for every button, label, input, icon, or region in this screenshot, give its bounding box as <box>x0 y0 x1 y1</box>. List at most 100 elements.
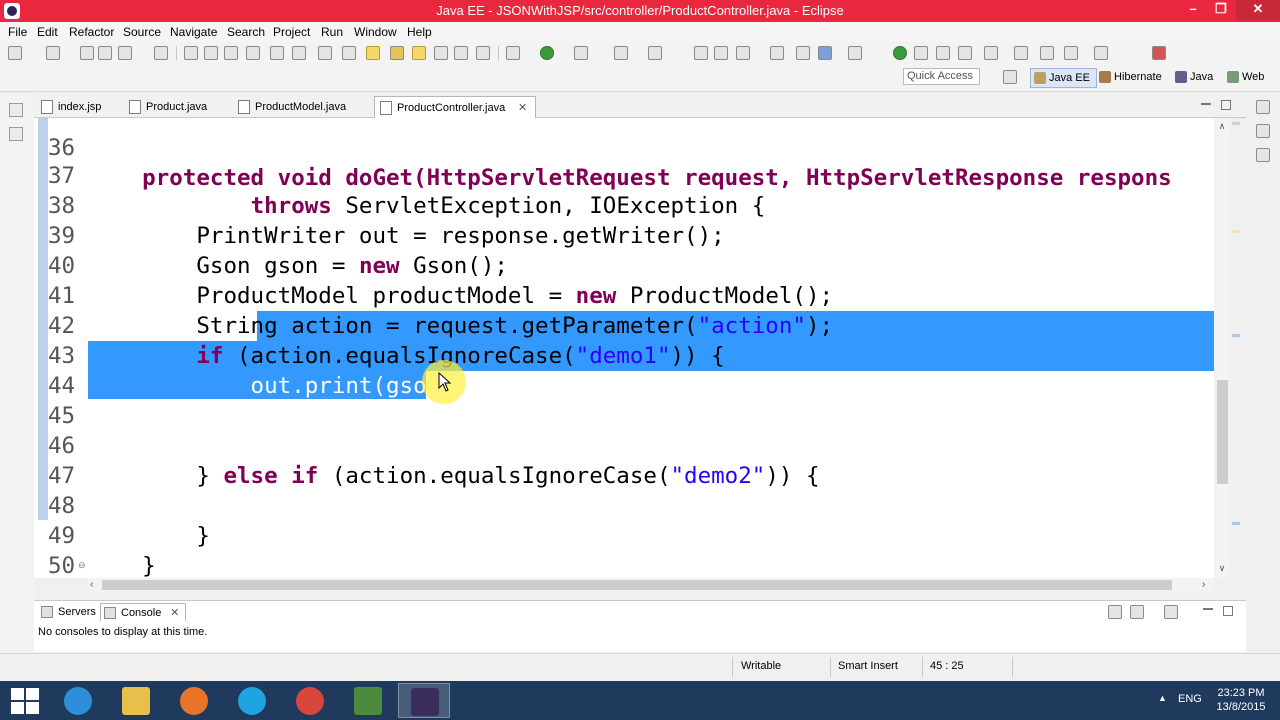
perspective-java[interactable]: Java <box>1172 68 1213 88</box>
perspective-java-ee[interactable]: Java EE <box>1030 68 1097 88</box>
camtasia-button[interactable] <box>342 683 394 718</box>
suspend-icon[interactable] <box>204 46 218 60</box>
menu-edit[interactable]: Edit <box>37 25 58 39</box>
menu-run[interactable]: Run <box>321 25 343 39</box>
back-icon[interactable] <box>1064 46 1078 60</box>
menu-window[interactable]: Window <box>354 25 397 39</box>
code-editor[interactable]: 36 protected void doGet(HttpServletReque… <box>34 118 1218 578</box>
next-annotation-icon[interactable] <box>984 46 998 60</box>
chrome-button[interactable] <box>284 683 336 718</box>
horizontal-scrollbar[interactable]: ‹ › <box>88 578 1214 592</box>
language-indicator[interactable]: ENG <box>1178 693 1202 705</box>
overview-marker[interactable] <box>1232 522 1240 525</box>
internet-explorer-button[interactable] <box>52 683 104 718</box>
tray-chevron-icon[interactable]: ▲ <box>1158 693 1167 703</box>
minimize-button[interactable]: – <box>1178 0 1208 20</box>
skype-button[interactable] <box>226 683 278 718</box>
step-over-icon[interactable] <box>292 46 306 60</box>
fold-toggle-icon[interactable]: ⊖ <box>78 560 86 571</box>
tab-index-jsp[interactable]: index.jsp <box>36 96 101 118</box>
maximize-console-icon[interactable] <box>1223 606 1233 616</box>
menu-source[interactable]: Source <box>123 25 161 39</box>
use-step-filters-icon[interactable] <box>366 46 380 60</box>
menu-help[interactable]: Help <box>407 25 432 39</box>
debug-icon[interactable] <box>506 46 520 60</box>
tab-console[interactable]: Console ✕ <box>100 603 187 622</box>
print-icon[interactable] <box>118 46 132 60</box>
task-list-icon[interactable] <box>1256 124 1270 138</box>
open-type-icon[interactable] <box>390 46 404 60</box>
forward-icon[interactable] <box>1094 46 1108 60</box>
close-tab-icon[interactable]: ✕ <box>518 97 527 119</box>
new-icon[interactable] <box>8 46 22 60</box>
previous-annotation-icon[interactable] <box>1014 46 1028 60</box>
terminate-icon[interactable] <box>224 46 238 60</box>
tab-servers[interactable]: Servers <box>38 603 96 621</box>
eclipse-taskbar-button[interactable] <box>398 683 450 718</box>
new-web-service-icon[interactable] <box>736 46 750 60</box>
start-button[interactable] <box>8 686 42 714</box>
minimize-console-icon[interactable] <box>1203 604 1213 610</box>
menu-navigate[interactable]: Navigate <box>170 25 217 39</box>
resume-icon[interactable] <box>184 46 198 60</box>
outline-icon[interactable] <box>1256 100 1270 114</box>
scroll-left-icon[interactable]: ‹ <box>90 578 93 592</box>
perspective-web[interactable]: Web <box>1224 68 1264 88</box>
open-console-icon[interactable] <box>1130 605 1144 619</box>
maximize-button[interactable]: ❐ <box>1206 0 1236 20</box>
save-all-icon[interactable] <box>98 46 112 60</box>
open-task-icon[interactable] <box>770 46 784 60</box>
open-browser-icon[interactable] <box>796 46 810 60</box>
step-into-icon[interactable] <box>270 46 284 60</box>
coverage-icon[interactable] <box>574 46 588 60</box>
annotation-icon[interactable] <box>848 46 862 60</box>
scroll-up-icon[interactable]: ∧ <box>1214 118 1230 134</box>
scroll-down-icon[interactable]: ∨ <box>1214 560 1230 576</box>
external-tools-icon[interactable] <box>614 46 628 60</box>
file-explorer-button[interactable] <box>110 683 162 718</box>
horizontal-scrollbar-thumb[interactable] <box>102 580 1172 590</box>
toggle-mark-occurrences-icon[interactable] <box>412 46 426 60</box>
menu-search[interactable]: Search <box>227 25 265 39</box>
pin-console-icon[interactable] <box>1164 605 1178 619</box>
scrollbar-thumb[interactable] <box>1217 380 1228 484</box>
vertical-scrollbar[interactable]: ∧ ∨ <box>1214 118 1230 578</box>
show-whitespace-icon[interactable] <box>476 46 490 60</box>
overview-ruler[interactable] <box>1232 118 1242 578</box>
word-wrap-icon[interactable] <box>434 46 448 60</box>
tab-product-model-java[interactable]: ProductModel.java <box>233 96 346 118</box>
step-return-icon[interactable] <box>318 46 332 60</box>
minimize-editor-icon[interactable] <box>1201 99 1211 105</box>
last-edit-icon[interactable] <box>1040 46 1054 60</box>
overview-marker[interactable] <box>1232 230 1240 233</box>
overview-marker[interactable] <box>1232 122 1240 125</box>
stop-server-icon[interactable] <box>936 46 950 60</box>
overview-marker[interactable] <box>1232 334 1240 337</box>
new-server-icon[interactable] <box>46 46 60 60</box>
run-server-icon[interactable] <box>893 46 907 60</box>
menu-refactor[interactable]: Refactor <box>69 25 114 39</box>
save-icon[interactable] <box>80 46 94 60</box>
skip-breakpoints-icon[interactable] <box>154 46 168 60</box>
new-package-icon[interactable] <box>694 46 708 60</box>
close-button[interactable]: ✕ <box>1236 0 1280 20</box>
new-class-icon[interactable] <box>714 46 728 60</box>
firefox-button[interactable] <box>168 683 220 718</box>
scroll-right-icon[interactable]: › <box>1202 578 1205 592</box>
disconnect-icon[interactable] <box>246 46 260 60</box>
publish-icon[interactable] <box>958 46 972 60</box>
close-tab-icon[interactable]: ✕ <box>170 604 179 622</box>
run-icon[interactable] <box>540 46 554 60</box>
perspective-hibernate[interactable]: Hibernate <box>1096 68 1162 88</box>
palette-icon[interactable] <box>1256 148 1270 162</box>
pin-editor-icon[interactable] <box>1152 46 1166 60</box>
drop-to-frame-icon[interactable] <box>342 46 356 60</box>
clock[interactable]: 23:23 PM 13/8/2015 <box>1208 686 1274 714</box>
menu-file[interactable]: File <box>8 25 27 39</box>
menu-project[interactable]: Project <box>273 25 310 39</box>
debug-server-icon[interactable] <box>914 46 928 60</box>
open-perspective-icon[interactable] <box>1003 70 1017 84</box>
display-console-icon[interactable] <box>1108 605 1122 619</box>
tab-product-controller-java[interactable]: ProductController.java ✕ <box>374 96 537 119</box>
maximize-editor-icon[interactable] <box>1221 100 1231 110</box>
